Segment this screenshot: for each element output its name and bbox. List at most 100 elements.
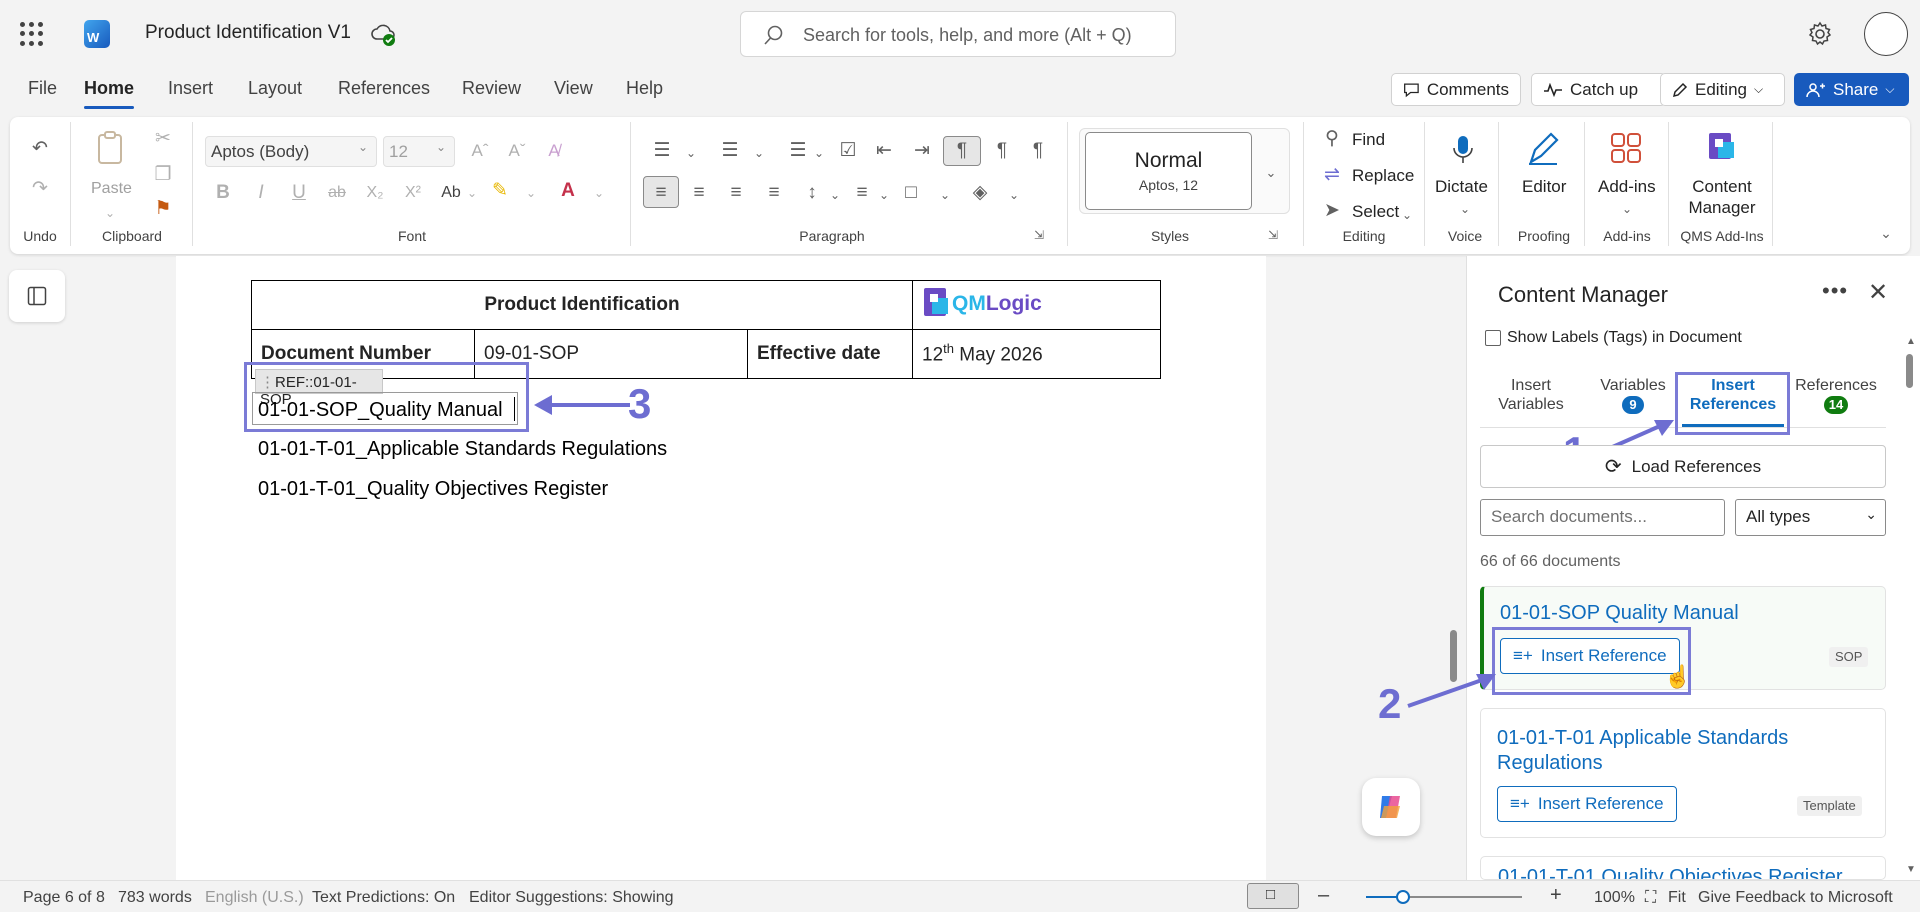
chevron-down-icon[interactable]: ⌄	[684, 142, 698, 164]
superscript-icon[interactable]: X²	[400, 182, 426, 204]
select-button[interactable]: Select	[1352, 202, 1399, 222]
settings-gear-icon[interactable]	[1806, 20, 1834, 48]
redo-icon[interactable]: ↷	[28, 178, 52, 200]
editor-pen-icon[interactable]	[1527, 132, 1559, 166]
paste-icon[interactable]	[96, 130, 126, 166]
chevron-down-icon[interactable]: ⌄	[938, 184, 952, 206]
reference-card[interactable]: 01-01-T-01 Quality Objectives Register	[1480, 856, 1886, 880]
cloud-saved-icon[interactable]	[370, 21, 396, 47]
chevron-down-icon[interactable]: ⌄	[465, 182, 479, 204]
pane-scrollbar-thumb[interactable]	[1906, 354, 1913, 388]
rtl-paragraph-icon[interactable]: ¶	[990, 140, 1014, 162]
italic-icon[interactable]: I	[250, 182, 272, 204]
zoom-level[interactable]: 100%	[1594, 889, 1635, 907]
font-color-icon[interactable]: A	[556, 180, 580, 202]
doc-line-standards[interactable]: 01-01-T-01_Applicable Standards Regulati…	[258, 438, 667, 461]
account-avatar[interactable]	[1864, 12, 1908, 56]
page-count[interactable]: Page 6 of 8	[23, 889, 105, 907]
paste-label[interactable]: Paste	[91, 180, 132, 198]
chevron-down-icon[interactable]: ⌄	[1007, 184, 1021, 206]
show-labels-checkbox[interactable]	[1485, 330, 1501, 346]
shrink-font-icon[interactable]: Aˇ	[505, 140, 529, 162]
chevron-down-icon[interactable]: ⌄	[752, 142, 766, 164]
dictate-button[interactable]: Dictate	[1435, 177, 1488, 197]
bold-icon[interactable]: B	[212, 182, 234, 204]
print-layout-view-button[interactable]: □	[1247, 883, 1299, 909]
close-icon[interactable]: ✕	[1868, 278, 1888, 307]
justify-icon[interactable]: ≡	[762, 182, 786, 204]
search-box[interactable]: Search for tools, help, and more (Alt + …	[740, 11, 1176, 57]
paragraph-spacing-icon[interactable]: ≡	[850, 182, 874, 204]
app-launcher-icon[interactable]	[20, 22, 44, 46]
navigation-pane-button[interactable]	[9, 270, 65, 322]
feedback-link[interactable]: Give Feedback to Microsoft	[1698, 889, 1893, 907]
tab-variables[interactable]: Variables 9	[1590, 376, 1676, 414]
underline-icon[interactable]: U	[288, 182, 310, 204]
tab-review[interactable]: Review	[462, 78, 521, 99]
tab-references[interactable]: References	[338, 78, 430, 99]
chevron-down-icon[interactable]: ⌄	[102, 202, 118, 224]
content-manager-button[interactable]: Content Manager	[1688, 176, 1756, 218]
subscript-icon[interactable]: X₂	[362, 182, 388, 204]
reference-card-title[interactable]: 01-01-T-01 Applicable Standards Regulati…	[1497, 726, 1827, 776]
chevron-down-icon[interactable]: ⌄	[1262, 162, 1280, 184]
show-marks-icon[interactable]: ¶	[1026, 140, 1050, 162]
find-button[interactable]: Find	[1352, 130, 1385, 150]
tab-home[interactable]: Home	[84, 78, 135, 109]
align-center-icon[interactable]: ≡	[687, 182, 711, 204]
tab-help[interactable]: Help	[626, 78, 663, 99]
word-count[interactable]: 783 words	[118, 889, 192, 907]
increase-indent-icon[interactable]: ⇥	[910, 140, 934, 162]
tab-insert-variables[interactable]: Insert Variables	[1488, 376, 1574, 414]
chevron-down-icon[interactable]: ⌄	[812, 142, 826, 164]
cut-scissors-icon[interactable]: ✂	[152, 128, 174, 150]
chevron-down-icon[interactable]: ⌄	[877, 184, 891, 206]
tab-view[interactable]: View	[554, 78, 593, 99]
strikethrough-icon[interactable]: ab	[324, 182, 350, 204]
multilevel-list-icon[interactable]: ☰	[786, 140, 810, 162]
undo-icon[interactable]: ↶	[28, 138, 52, 160]
editor-button[interactable]: Editor	[1522, 177, 1566, 197]
shading-icon[interactable]: ◈	[968, 182, 992, 204]
scroll-down-arrow-icon[interactable]: ▼	[1906, 864, 1916, 875]
tab-layout[interactable]: Layout	[248, 78, 302, 99]
fit-icon[interactable]: ⛶	[1645, 889, 1656, 907]
highlight-icon[interactable]: ✎	[488, 180, 512, 202]
language-status[interactable]: English (U.S.)	[205, 889, 304, 907]
type-filter-select[interactable]: All types ⌄	[1735, 499, 1886, 536]
catch-up-button[interactable]: Catch up	[1531, 73, 1666, 106]
checklist-icon[interactable]: ☑	[836, 140, 860, 162]
borders-icon[interactable]: □	[899, 182, 923, 204]
bullets-icon[interactable]: ☰	[650, 140, 674, 162]
font-name-combo[interactable]: Aptos (Body) ⌄	[205, 136, 377, 167]
microphone-icon[interactable]	[1452, 134, 1474, 166]
change-case-icon[interactable]: Ab	[438, 182, 464, 204]
copy-icon[interactable]: ❐	[152, 164, 174, 186]
share-button[interactable]: Share ⌵	[1794, 73, 1909, 106]
more-options-icon[interactable]: •••	[1822, 278, 1848, 304]
scroll-up-arrow-icon[interactable]: ▲	[1906, 336, 1916, 347]
text-predictions-status[interactable]: Text Predictions: On	[312, 889, 455, 907]
replace-button[interactable]: Replace	[1352, 166, 1414, 186]
content-manager-icon[interactable]	[1706, 130, 1738, 164]
copilot-button[interactable]	[1362, 778, 1420, 836]
clear-formatting-icon[interactable]: A̸	[542, 140, 566, 162]
comments-button[interactable]: Comments	[1391, 73, 1521, 106]
ribbon-expand-chevron-icon[interactable]: ⌄	[1878, 222, 1894, 244]
chevron-down-icon[interactable]: ⌄	[828, 184, 842, 206]
chevron-down-icon[interactable]: ⌄	[592, 182, 606, 204]
grow-font-icon[interactable]: Aˆ	[468, 140, 492, 162]
tab-file[interactable]: File	[28, 78, 57, 99]
zoom-out-icon[interactable]: –	[1318, 884, 1329, 907]
tab-references-pane[interactable]: References 14	[1790, 376, 1882, 414]
line-spacing-icon[interactable]: ↕	[800, 182, 824, 204]
chevron-down-icon[interactable]: ⌄	[524, 182, 538, 204]
replace-icon[interactable]: ⇌	[1322, 164, 1342, 186]
fit-button[interactable]: Fit	[1668, 889, 1686, 907]
add-ins-button[interactable]: Add-ins	[1598, 177, 1656, 197]
font-size-combo[interactable]: 12 ⌄	[383, 136, 455, 167]
document-title[interactable]: Product Identification V1	[145, 22, 351, 44]
dialog-launcher-icon[interactable]: ⇲	[1266, 224, 1280, 246]
doc-line-objectives[interactable]: 01-01-T-01_Quality Objectives Register	[258, 478, 608, 501]
numbering-icon[interactable]: ☰	[718, 140, 742, 162]
